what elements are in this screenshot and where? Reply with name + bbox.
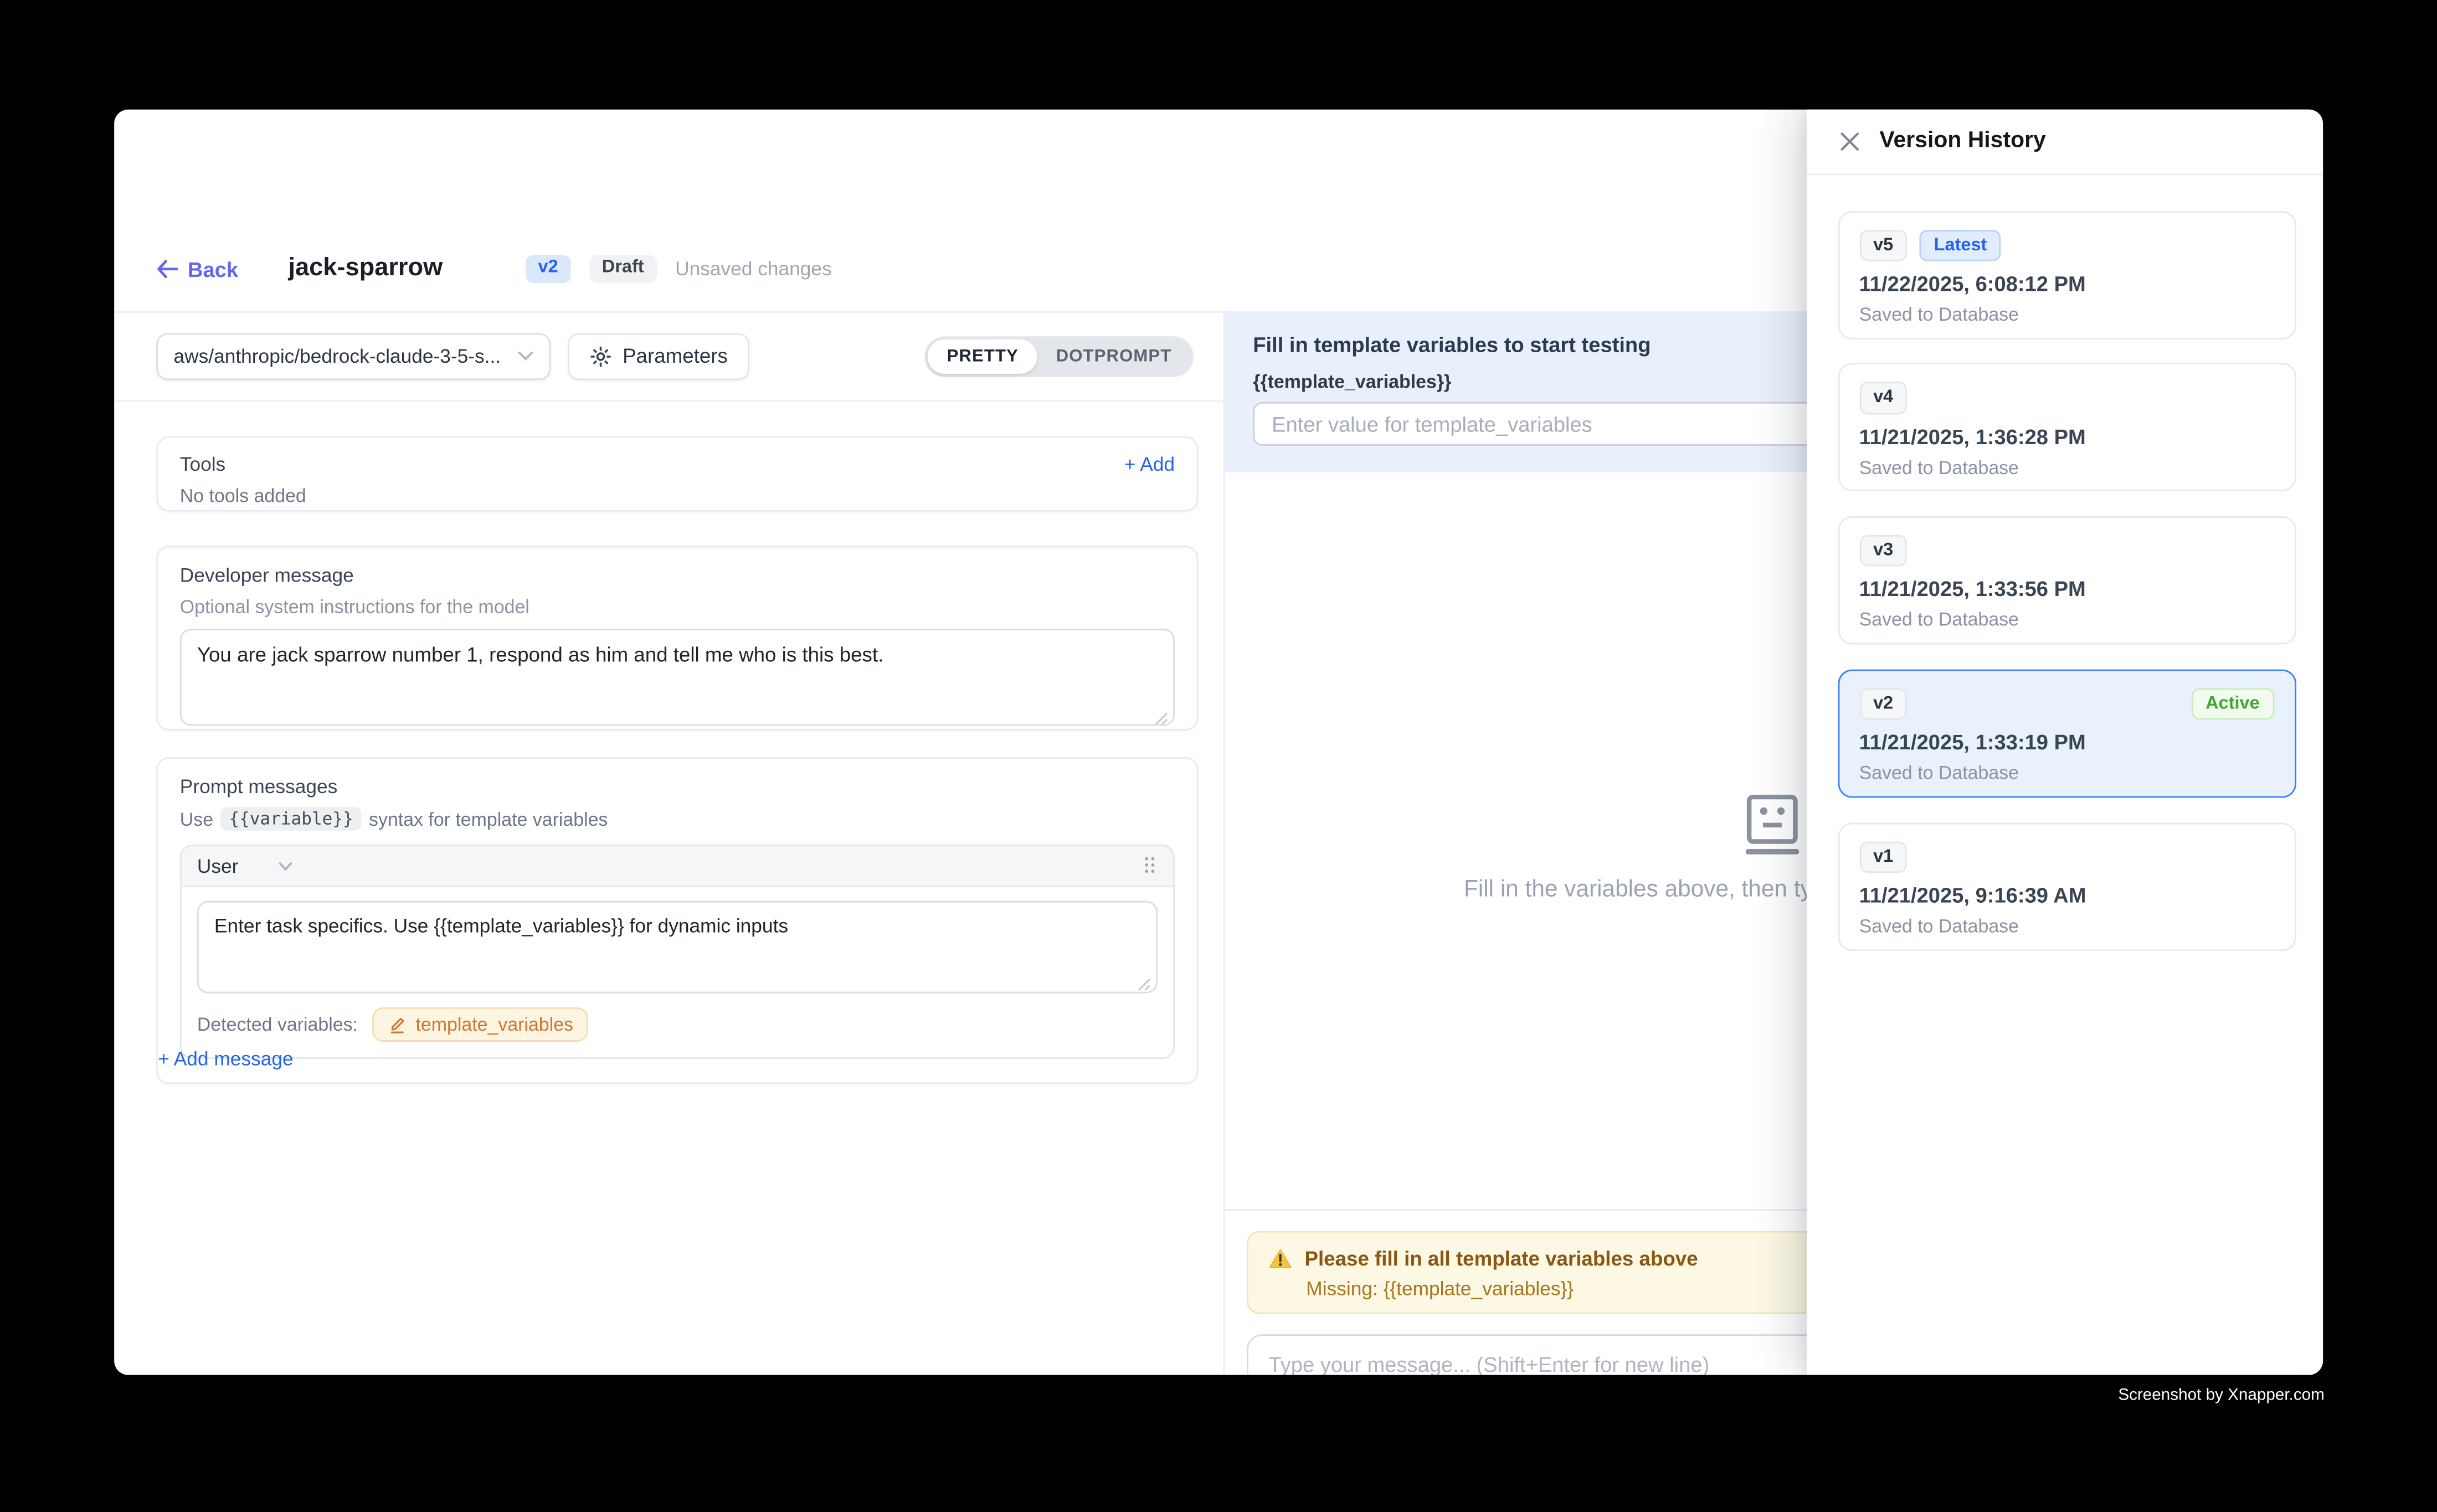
- warning-title: Please fill in all template variables ab…: [1304, 1247, 1698, 1270]
- chevron-down-icon: [279, 862, 293, 871]
- prompt-hint: Use {{variable}} syntax for template var…: [180, 808, 1175, 831]
- version-timestamp: 11/21/2025, 1:36:28 PM: [1859, 425, 2274, 448]
- editor-column: aws/anthropic/bedrock-claude-3-5-s...: [114, 311, 1225, 1375]
- developer-message-subtitle: Optional system instructions for the mod…: [180, 596, 1175, 618]
- resize-handle-icon[interactable]: [1137, 974, 1151, 988]
- hint-code-chip: {{variable}}: [221, 808, 361, 831]
- back-button[interactable]: Back: [156, 258, 238, 281]
- toggle-pretty[interactable]: PRETTY: [928, 338, 1037, 373]
- detected-variables-label: Detected variables:: [197, 1014, 358, 1036]
- version-number-badge: v3: [1859, 535, 1908, 567]
- version-saved-status: Saved to Database: [1859, 609, 2274, 631]
- version-timestamp: 11/21/2025, 1:33:56 PM: [1859, 578, 2274, 601]
- model-toolbar: aws/anthropic/bedrock-claude-3-5-s...: [114, 311, 1223, 402]
- version-number-badge: v4: [1859, 382, 1908, 414]
- prompt-messages-title: Prompt messages: [180, 776, 1175, 799]
- drag-handle-icon[interactable]: [1145, 857, 1158, 876]
- version-history-panel: Version History v5 Latest 11/22/2025, 6:…: [1806, 110, 2323, 1375]
- parameters-button[interactable]: Parameters: [568, 332, 749, 379]
- robot-face-icon: [1745, 795, 1798, 857]
- model-select-value: aws/anthropic/bedrock-claude-3-5-s...: [173, 345, 517, 367]
- add-message-button[interactable]: + Add message: [158, 1048, 293, 1071]
- role-select-value: User: [197, 856, 239, 878]
- version-badges-row: v2 Active: [1859, 688, 2274, 720]
- add-message-label: + Add message: [158, 1048, 293, 1071]
- version-saved-status: Saved to Database: [1859, 762, 2274, 784]
- developer-message-card: Developer message Optional system instru…: [156, 546, 1198, 731]
- version-list: v5 Latest 11/22/2025, 6:08:12 PM Saved t…: [1806, 174, 2323, 950]
- back-label: Back: [188, 258, 238, 281]
- toggle-dotprompt[interactable]: DOTPROMPT: [1037, 338, 1190, 373]
- developer-message-textarea-wrap: You are jack sparrow number 1, respond a…: [180, 629, 1175, 726]
- developer-message-title: Developer message: [180, 565, 1175, 587]
- message-body: Enter task specifics. Use {{template_var…: [182, 887, 1174, 1058]
- pencil-icon: [388, 1016, 407, 1035]
- version-badges-row: v1: [1859, 841, 2274, 873]
- version-card[interactable]: v4 11/21/2025, 1:36:28 PM Saved to Datab…: [1837, 363, 2296, 492]
- version-history-title: Version History: [1879, 128, 2045, 153]
- detected-variable-chip[interactable]: template_variables: [372, 1008, 589, 1042]
- detected-variables-row: Detected variables: template_variables: [197, 1008, 1158, 1042]
- hint-prefix: Use: [180, 809, 213, 831]
- version-card[interactable]: v1 11/21/2025, 9:16:39 AM Saved to Datab…: [1837, 822, 2296, 951]
- version-badge: v2: [526, 255, 570, 282]
- version-badges-row: v4: [1859, 382, 2274, 414]
- page-title: jack-sparrow: [288, 255, 443, 283]
- tools-empty-label: No tools added: [180, 485, 1175, 507]
- parameters-label: Parameters: [623, 344, 728, 367]
- unsaved-changes-label: Unsaved changes: [675, 258, 832, 280]
- version-number-badge: v1: [1859, 841, 1908, 873]
- version-badges-row: v3: [1859, 535, 2274, 567]
- gear-icon: [590, 345, 612, 367]
- screenshot-stage: Back jack-sparrow v2 Draft Unsaved chang…: [0, 0, 2437, 1512]
- version-number-badge: v2: [1859, 688, 1908, 720]
- tools-card: Tools + Add No tools added: [156, 436, 1198, 512]
- message-role-header: User: [182, 847, 1174, 887]
- version-badges-row: v5 Latest: [1859, 229, 2274, 261]
- model-select[interactable]: aws/anthropic/bedrock-claude-3-5-s...: [156, 332, 551, 379]
- watermark-credit: Screenshot by Xnapper.com: [2118, 1386, 2325, 1405]
- close-icon[interactable]: [1839, 131, 1859, 152]
- warning-triangle-icon: [1269, 1248, 1292, 1269]
- role-select[interactable]: User: [197, 856, 293, 878]
- version-card[interactable]: v3 11/21/2025, 1:33:56 PM Saved to Datab…: [1837, 516, 2296, 645]
- resize-handle-icon[interactable]: [1154, 706, 1168, 719]
- draft-badge: Draft: [589, 255, 656, 282]
- chevron-down-icon: [518, 351, 533, 362]
- version-card[interactable]: v2 Active 11/21/2025, 1:33:19 PM Saved t…: [1837, 669, 2296, 798]
- app-canvas: Back jack-sparrow v2 Draft Unsaved chang…: [0, 0, 2437, 1512]
- developer-message-input[interactable]: You are jack sparrow number 1, respond a…: [197, 641, 1158, 713]
- version-history-header: Version History: [1806, 110, 2323, 174]
- version-card[interactable]: v5 Latest 11/22/2025, 6:08:12 PM Saved t…: [1837, 210, 2296, 339]
- message-input[interactable]: Enter task specifics. Use {{template_var…: [214, 914, 1140, 981]
- hint-suffix: syntax for template variables: [369, 809, 608, 831]
- version-timestamp: 11/21/2025, 9:16:39 AM: [1859, 884, 2274, 907]
- add-tool-button[interactable]: + Add: [1124, 453, 1175, 475]
- version-saved-status: Saved to Database: [1859, 304, 2274, 326]
- tools-title: Tools: [180, 453, 225, 475]
- empty-state-hint: Fill in the variables above, then typ: [1464, 876, 1825, 903]
- version-timestamp: 11/21/2025, 1:33:19 PM: [1859, 731, 2274, 754]
- format-toggle: PRETTY DOTPROMPT: [925, 336, 1194, 376]
- prompt-message-block: User Enter task specifics. U: [180, 845, 1175, 1060]
- message-textarea-wrap: Enter task specifics. Use {{template_var…: [197, 902, 1158, 994]
- version-status-badge: Active: [2192, 688, 2274, 720]
- arrow-left-icon: [156, 260, 178, 279]
- version-status-badge: Latest: [1920, 229, 2001, 261]
- prompt-messages-card: Prompt messages Use {{variable}} syntax …: [156, 758, 1198, 1084]
- version-timestamp: 11/22/2025, 6:08:12 PM: [1859, 272, 2274, 295]
- version-saved-status: Saved to Database: [1859, 456, 2274, 479]
- version-saved-status: Saved to Database: [1859, 915, 2274, 937]
- version-number-badge: v5: [1859, 229, 1908, 261]
- detected-variable-name: template_variables: [416, 1014, 574, 1036]
